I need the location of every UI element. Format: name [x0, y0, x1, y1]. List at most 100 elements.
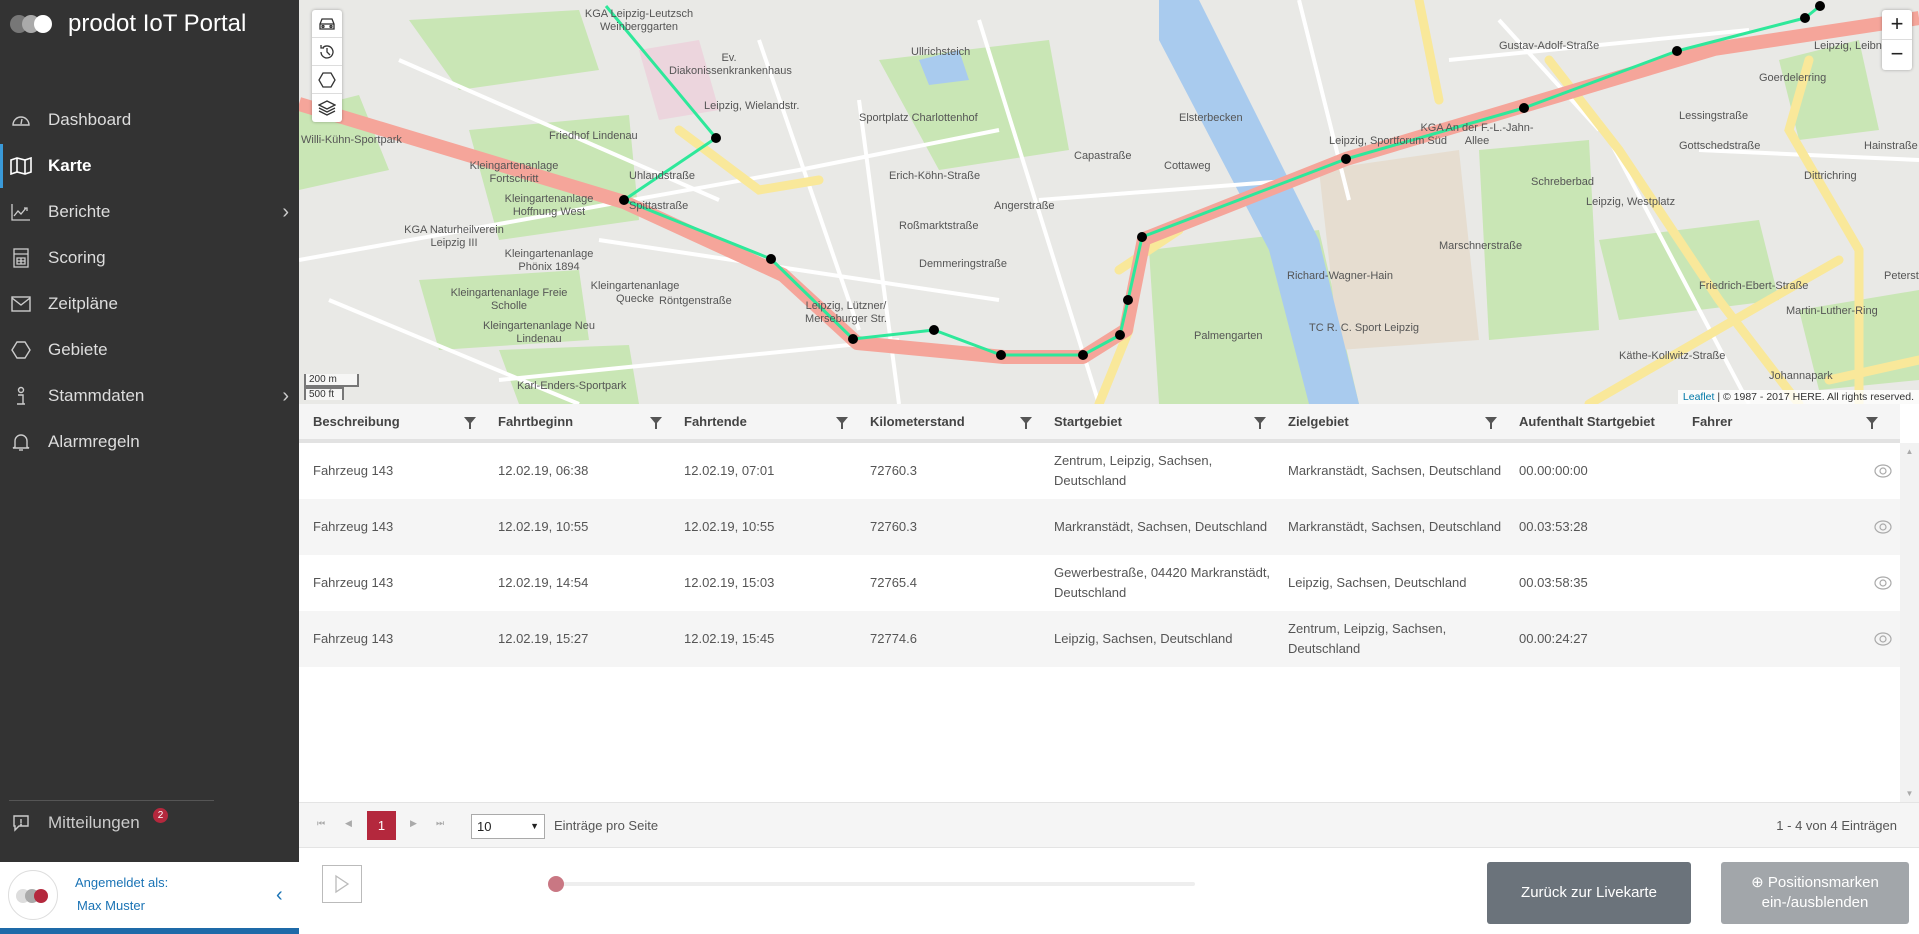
- toggle-position-markers-button[interactable]: ⊕ Positionsmarken ein-/ausblenden: [1721, 862, 1909, 924]
- table-row[interactable]: Fahrzeug 143 12.02.19, 15:27 12.02.19, 15:…: [299, 611, 1900, 667]
- sidebar-item-berichte[interactable]: Berichte ›: [0, 190, 299, 234]
- first-page-button[interactable]: ⏮: [317, 818, 325, 829]
- stop-marker[interactable]: [619, 195, 629, 205]
- column-header[interactable]: Kilometerstand: [870, 404, 1054, 439]
- table-scrollbar[interactable]: ▲ ▼: [1900, 443, 1919, 802]
- page-size-select[interactable]: 10 ▼: [471, 814, 545, 839]
- table-cell: 12.02.19, 14:54: [498, 575, 589, 590]
- zoom-out-button[interactable]: −: [1882, 40, 1912, 70]
- stop-marker[interactable]: [996, 350, 1006, 360]
- stop-marker[interactable]: [1123, 295, 1133, 305]
- sidebar-item-mitteilungen[interactable]: Mitteilungen 2: [0, 808, 299, 838]
- table-cell: Markranstädt, Sachsen, Deutschland: [1288, 519, 1502, 534]
- playback-slider-track[interactable]: [557, 882, 1195, 886]
- zoom-in-button[interactable]: +: [1882, 10, 1912, 40]
- map-label: Ev. Diakonissenkrankenhaus: [669, 52, 792, 77]
- column-header[interactable]: Fahrer: [1692, 404, 1900, 439]
- sidebar-item-zeitplane[interactable]: Zeitpläne: [0, 282, 299, 326]
- map-label: Richard-Wagner-Hain: [1287, 270, 1393, 282]
- stop-marker[interactable]: [1672, 46, 1682, 56]
- map[interactable]: KGA Leipzig-Leutzsch Weinberggarten Ev. D…: [299, 0, 1919, 404]
- table-cell: 12.02.19, 15:45: [684, 631, 775, 646]
- playback-slider-handle[interactable]: [548, 876, 564, 892]
- map-label: KGA Naturheilverein Leipzig III: [404, 224, 504, 249]
- layers-icon[interactable]: [312, 94, 342, 122]
- eye-icon[interactable]: [1874, 576, 1892, 590]
- leaflet-link[interactable]: Leaflet: [1683, 391, 1715, 403]
- column-header[interactable]: Aufenthalt Startgebiet: [1519, 404, 1692, 439]
- sidebar-divider: [9, 800, 214, 801]
- table-cell: Gewerbestraße, 04420 Markranstädt, Deuts…: [1054, 565, 1271, 600]
- filter-icon[interactable]: [1485, 417, 1497, 429]
- table-cell: 72760.3: [870, 463, 917, 478]
- stop-marker[interactable]: [711, 133, 721, 143]
- table-row[interactable]: Fahrzeug 143 12.02.19, 14:54 12.02.19, 15:…: [299, 555, 1900, 611]
- filter-icon[interactable]: [464, 417, 476, 429]
- map-label: Schreberbad: [1531, 176, 1594, 188]
- sidebar-item-gebiete[interactable]: Gebiete: [0, 328, 299, 372]
- filter-icon[interactable]: [1254, 417, 1266, 429]
- history-icon[interactable]: [312, 38, 342, 66]
- back-to-live-map-button[interactable]: Zurück zur Livekarte: [1487, 862, 1691, 924]
- app-logo[interactable]: prodot IoT Portal: [10, 10, 246, 38]
- column-header[interactable]: Beschreibung: [313, 404, 498, 439]
- stop-marker[interactable]: [1115, 330, 1125, 340]
- current-page-button[interactable]: 1: [367, 811, 396, 840]
- sidebar-item-scoring[interactable]: Scoring: [0, 236, 299, 280]
- map-label: Friedhof Lindenau: [549, 130, 638, 142]
- map-tool-controls: [312, 10, 342, 122]
- map-label: Lessingstraße: [1679, 110, 1749, 122]
- sidebar-item-karte[interactable]: Karte: [0, 144, 299, 188]
- map-label: Ullrichsteich: [911, 46, 971, 58]
- sidebar-item-alarmregeln[interactable]: Alarmregeln: [0, 420, 299, 464]
- stop-marker[interactable]: [1137, 232, 1147, 242]
- column-header[interactable]: Fahrtende: [684, 404, 870, 439]
- crosshair-icon: ⊕: [1751, 874, 1764, 891]
- vehicle-icon[interactable]: [312, 10, 342, 38]
- stop-marker[interactable]: [1341, 154, 1351, 164]
- stop-marker[interactable]: [1078, 350, 1088, 360]
- next-page-button[interactable]: ▶: [410, 818, 417, 829]
- filter-icon[interactable]: [1866, 417, 1878, 429]
- table-cell: Markranstädt, Sachsen, Deutschland: [1054, 519, 1268, 534]
- app-title: prodot IoT Portal: [68, 10, 247, 37]
- hexagon-icon[interactable]: [312, 66, 342, 94]
- map-label: Willi-Kühn-Sportpark: [301, 134, 402, 146]
- map-label: TC R. C. Sport Leipzig: [1309, 322, 1420, 334]
- table-row[interactable]: Fahrzeug 143 12.02.19, 06:38 12.02.19, 07:…: [299, 443, 1900, 499]
- stop-marker[interactable]: [848, 334, 858, 344]
- table-cell: 00.03:58:35: [1519, 575, 1588, 590]
- eye-icon[interactable]: [1874, 632, 1892, 646]
- stop-marker[interactable]: [1519, 103, 1529, 113]
- filter-icon[interactable]: [836, 417, 848, 429]
- column-header[interactable]: Zielgebiet: [1288, 404, 1519, 439]
- prev-page-button[interactable]: ◀: [345, 818, 352, 829]
- table-cell: 00.03:53:28: [1519, 519, 1588, 534]
- play-button[interactable]: [322, 865, 362, 903]
- table-row[interactable]: Fahrzeug 143 12.02.19, 10:55 12.02.19, 10:…: [299, 499, 1900, 555]
- info-icon: [10, 385, 32, 407]
- user-panel[interactable]: Angemeldet als: Max Muster ‹: [0, 862, 299, 928]
- table-cell: 12.02.19, 10:55: [498, 519, 589, 534]
- filter-icon[interactable]: [650, 417, 662, 429]
- collapse-sidebar-icon[interactable]: ‹: [276, 884, 283, 907]
- avatar: [8, 870, 58, 920]
- sidebar-item-dashboard[interactable]: Dashboard: [0, 98, 299, 142]
- stop-marker[interactable]: [766, 254, 776, 264]
- map-label: Goerdelerring: [1759, 72, 1827, 84]
- stop-marker[interactable]: [929, 325, 939, 335]
- filter-icon[interactable]: [1020, 417, 1032, 429]
- map-label: Martin-Luther-Ring: [1786, 305, 1878, 317]
- map-label: Kleingartenanlage Hoffnung West: [504, 193, 594, 218]
- column-header[interactable]: Fahrtbeginn: [498, 404, 684, 439]
- column-header[interactable]: Startgebiet: [1054, 404, 1288, 439]
- per-page-label: Einträge pro Seite: [554, 818, 659, 833]
- sidebar-item-stammdaten[interactable]: Stammdaten ›: [0, 374, 299, 418]
- last-page-button[interactable]: ⏭: [436, 818, 444, 829]
- map-label: Johannapark: [1769, 370, 1833, 382]
- table-cell: 12.02.19, 15:03: [684, 575, 775, 590]
- stop-marker[interactable]: [1800, 13, 1810, 23]
- eye-icon[interactable]: [1874, 464, 1892, 478]
- eye-icon[interactable]: [1874, 520, 1892, 534]
- stop-marker[interactable]: [1815, 1, 1825, 11]
